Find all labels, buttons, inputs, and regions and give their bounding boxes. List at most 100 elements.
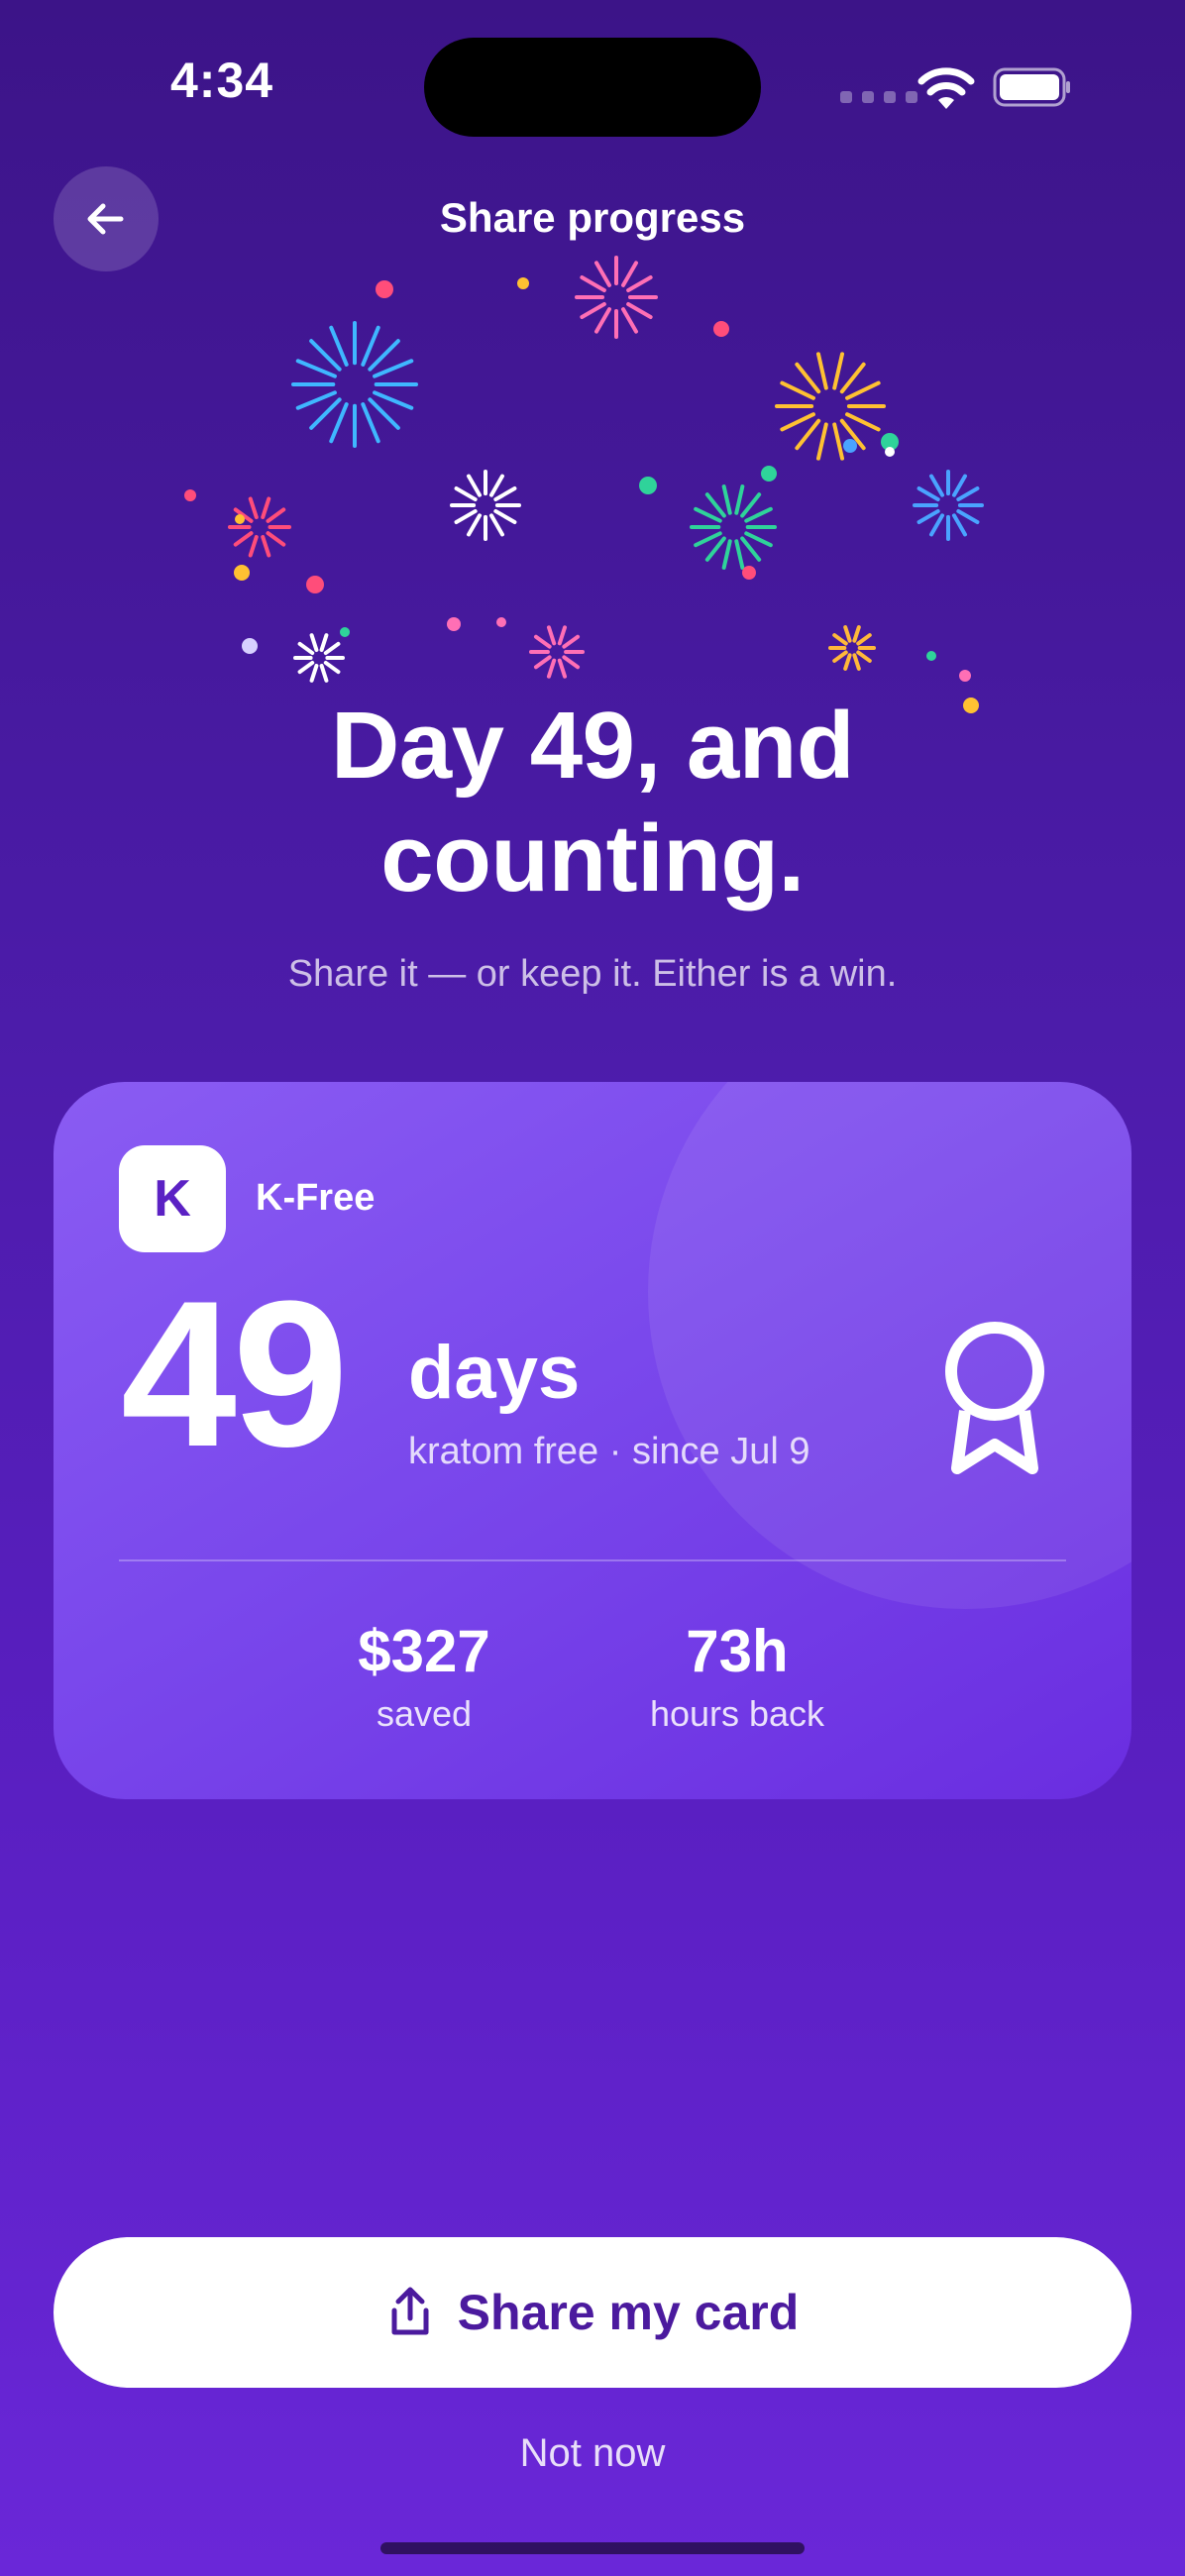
firework-ray (694, 531, 722, 548)
confetti-dot (184, 489, 196, 501)
confetti-dot (235, 514, 245, 524)
headline-line-1: Day 49, and (330, 693, 855, 799)
firework-ray (815, 422, 828, 461)
firework-ray (319, 633, 329, 653)
firework-ray (832, 650, 848, 663)
firework-ray (319, 663, 329, 683)
stat-hours-value: 73h (686, 1618, 789, 1684)
stat-hours-label: hours back (649, 1693, 825, 1734)
firework-ray (832, 422, 845, 461)
firework-ray (621, 307, 638, 334)
card-divider (119, 1559, 1066, 1561)
battery-icon (993, 67, 1070, 107)
firework-ray (533, 634, 552, 649)
award-ribbon-icon (945, 1322, 1044, 1474)
firework-ray (795, 362, 821, 394)
confetti-dot (639, 477, 657, 494)
firework-ray (956, 486, 980, 502)
firework-ray (562, 634, 581, 649)
wifi-icon (917, 67, 975, 109)
brand-name: K-Free (256, 1177, 376, 1219)
fireworks-illustration (184, 256, 984, 713)
firework-ray (740, 492, 762, 518)
firework-ray (493, 508, 517, 524)
firework-ray (626, 302, 653, 319)
firework-ray (297, 660, 315, 675)
firework-ray (795, 418, 821, 451)
headline-line-2: counting. (380, 805, 805, 912)
confetti-dot (376, 280, 393, 298)
firework-ray (295, 359, 337, 378)
home-indicator (380, 2542, 805, 2554)
firework-ray (309, 633, 319, 653)
firework-ray (734, 484, 745, 515)
firework-ray (297, 641, 315, 656)
firework-ray (721, 539, 732, 570)
firework-ray (309, 339, 342, 372)
stat-hours: 73h hours back (579, 1617, 896, 1735)
firework-ray (929, 474, 945, 497)
firework-ray (546, 625, 557, 646)
share-upload-icon (391, 2287, 429, 2335)
firework-ray (780, 412, 815, 432)
firework-ray (956, 508, 980, 524)
confetti-dot (713, 321, 729, 337)
firework-ray (562, 655, 581, 670)
confetti-dot (742, 566, 756, 580)
firework-ray (626, 275, 653, 292)
confetti-dot (496, 617, 506, 627)
firework-ray (557, 658, 568, 679)
confetti-dot (885, 447, 895, 457)
confetti-dot (761, 466, 777, 482)
firework-ray (621, 261, 638, 287)
day-count: 49 (121, 1257, 349, 1490)
stat-saved: $327 saved (266, 1617, 583, 1735)
firework-ray (323, 660, 341, 675)
firework-ray (488, 474, 504, 497)
confetti-dot (959, 670, 971, 682)
firework-ray (261, 534, 271, 558)
firework-ray (248, 496, 259, 520)
firework-ray (261, 496, 271, 520)
headline: Day 49, and counting. (0, 690, 1185, 915)
firework-ray (266, 531, 286, 547)
app-logo: K (119, 1145, 226, 1252)
firework-ray (295, 390, 337, 410)
firework-ray (744, 531, 773, 548)
firework-ray (780, 380, 815, 400)
confetti-dot (242, 638, 258, 654)
firework-ray (694, 506, 722, 523)
firework-ray (329, 325, 349, 367)
firework-ray (951, 513, 967, 537)
firework-ray (832, 352, 845, 390)
firework-ray (845, 380, 881, 400)
firework-ray (852, 625, 861, 643)
confetti-dot (926, 651, 936, 661)
days-label: days (408, 1331, 581, 1415)
firework-ray (533, 655, 552, 670)
firework-ray (832, 633, 848, 646)
firework-ray (467, 513, 483, 537)
status-time: 4:34 (170, 53, 274, 108)
firework-ray (704, 492, 726, 518)
not-now-button[interactable]: Not now (0, 2431, 1185, 2476)
share-card-button[interactable]: Share my card (54, 2237, 1131, 2388)
firework-ray (329, 402, 349, 444)
firework-ray (916, 508, 940, 524)
firework-ray (493, 486, 517, 502)
firework-ray (594, 261, 611, 287)
firework-ray (361, 325, 380, 367)
firework-ray (368, 397, 400, 430)
stat-saved-label: saved (376, 1693, 473, 1734)
firework-ray (594, 307, 611, 334)
firework-ray (233, 531, 254, 547)
firework-ray (916, 486, 940, 502)
firework-ray (815, 352, 828, 390)
firework-ray (843, 653, 852, 671)
firework-ray (951, 474, 967, 497)
confetti-dot (447, 617, 461, 631)
progress-card: K K-Free 49 days kratom free · since Jul… (54, 1082, 1131, 1799)
page-title: Share progress (439, 194, 746, 241)
firework-ray (309, 663, 319, 683)
firework-ray (309, 397, 342, 430)
